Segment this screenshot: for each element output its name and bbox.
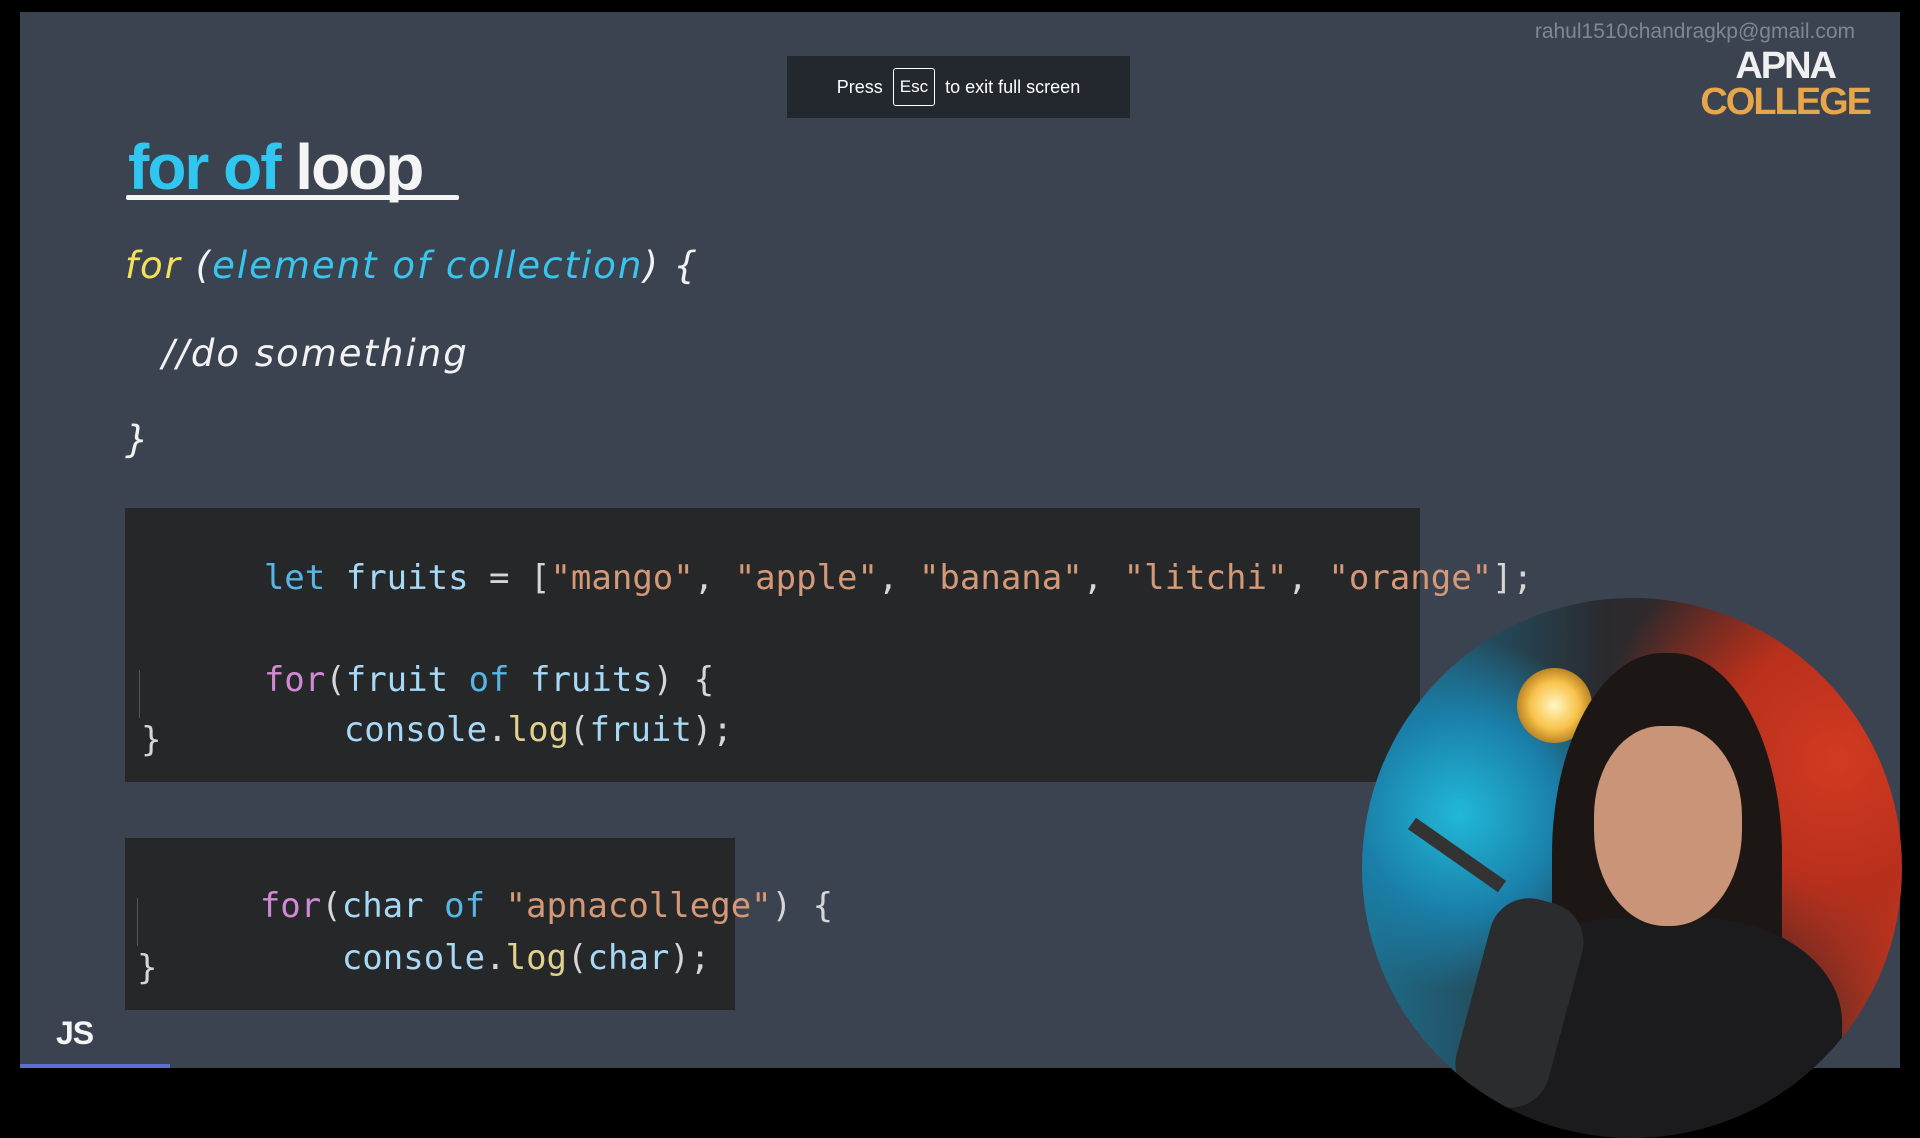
syntax-close: ) { bbox=[643, 244, 700, 287]
code-token: char bbox=[587, 938, 670, 978]
title-rest: loop bbox=[295, 131, 424, 203]
syntax-line-3: } bbox=[125, 418, 151, 461]
code-token: , bbox=[1082, 558, 1124, 598]
syntax-line-2: //do something bbox=[162, 332, 469, 375]
code-token: "orange" bbox=[1328, 558, 1493, 598]
code-token: , bbox=[693, 558, 735, 598]
code-token: . bbox=[487, 710, 508, 750]
code-token: , bbox=[1287, 558, 1329, 598]
code1-line-4: console.log(fruit); bbox=[221, 670, 733, 790]
presenter-face bbox=[1594, 726, 1742, 926]
code-token: . bbox=[485, 938, 506, 978]
code-token: "apple" bbox=[734, 558, 878, 598]
code-token: , bbox=[877, 558, 919, 598]
banner-exit-text: to exit full screen bbox=[945, 76, 1081, 97]
indent-guide bbox=[139, 670, 140, 718]
js-badge: JS bbox=[56, 1015, 94, 1051]
esc-key-indicator: Esc bbox=[892, 68, 936, 106]
code-token: ( bbox=[569, 710, 590, 750]
logo-line-1: APNA bbox=[1735, 45, 1837, 87]
code-token: ); bbox=[691, 710, 733, 750]
code2-line-3: } bbox=[137, 948, 158, 988]
indent-guide bbox=[137, 898, 138, 946]
code-token: "litchi" bbox=[1123, 558, 1288, 598]
code-token: ) { bbox=[771, 886, 834, 926]
code-token: log bbox=[507, 710, 570, 750]
syntax-for: for bbox=[125, 244, 182, 287]
code-token: ); bbox=[669, 938, 711, 978]
code-token: fruits bbox=[325, 558, 490, 598]
syntax-params: element of collection bbox=[212, 244, 644, 287]
code-token: ( bbox=[567, 938, 588, 978]
banner-press-text: Press bbox=[836, 76, 883, 97]
code-token: "banana" bbox=[918, 558, 1083, 598]
code-token: log bbox=[505, 938, 568, 978]
email-watermark: rahul1510chandragkp@gmail.com bbox=[1534, 20, 1855, 43]
code-token: fruit bbox=[589, 710, 692, 750]
presenter-webcam bbox=[1362, 598, 1902, 1138]
code-token: let bbox=[263, 558, 326, 598]
code2-line-2: console.log(char); bbox=[219, 898, 711, 1018]
code-token: console bbox=[341, 938, 486, 978]
apna-college-logo: APNA COLLEGE bbox=[1700, 45, 1872, 123]
mic-arm bbox=[1407, 817, 1507, 893]
code-token: ]; bbox=[1492, 558, 1534, 598]
syntax-line-1: for (element of collection) { bbox=[125, 244, 699, 287]
code-token: console bbox=[343, 710, 488, 750]
video-progress-bar[interactable] bbox=[20, 1064, 170, 1068]
code1-line-5: } bbox=[141, 720, 162, 760]
title-underline bbox=[126, 195, 459, 200]
code-block-fruits: let fruits = ["mango", "apple", "banana"… bbox=[125, 508, 1533, 782]
title-keyword: for of bbox=[128, 131, 281, 203]
fullscreen-exit-banner: Press Esc to exit full screen bbox=[787, 56, 1130, 118]
code-token: = [ bbox=[489, 558, 551, 598]
code-block-string: for(char of "apnacollege") { console.log… bbox=[125, 838, 833, 1010]
logo-line-2: COLLEGE bbox=[1700, 81, 1872, 123]
syntax-open-paren: ( bbox=[195, 244, 213, 287]
slide-title: for of loop bbox=[128, 130, 424, 204]
code-token: "mango" bbox=[550, 558, 694, 598]
